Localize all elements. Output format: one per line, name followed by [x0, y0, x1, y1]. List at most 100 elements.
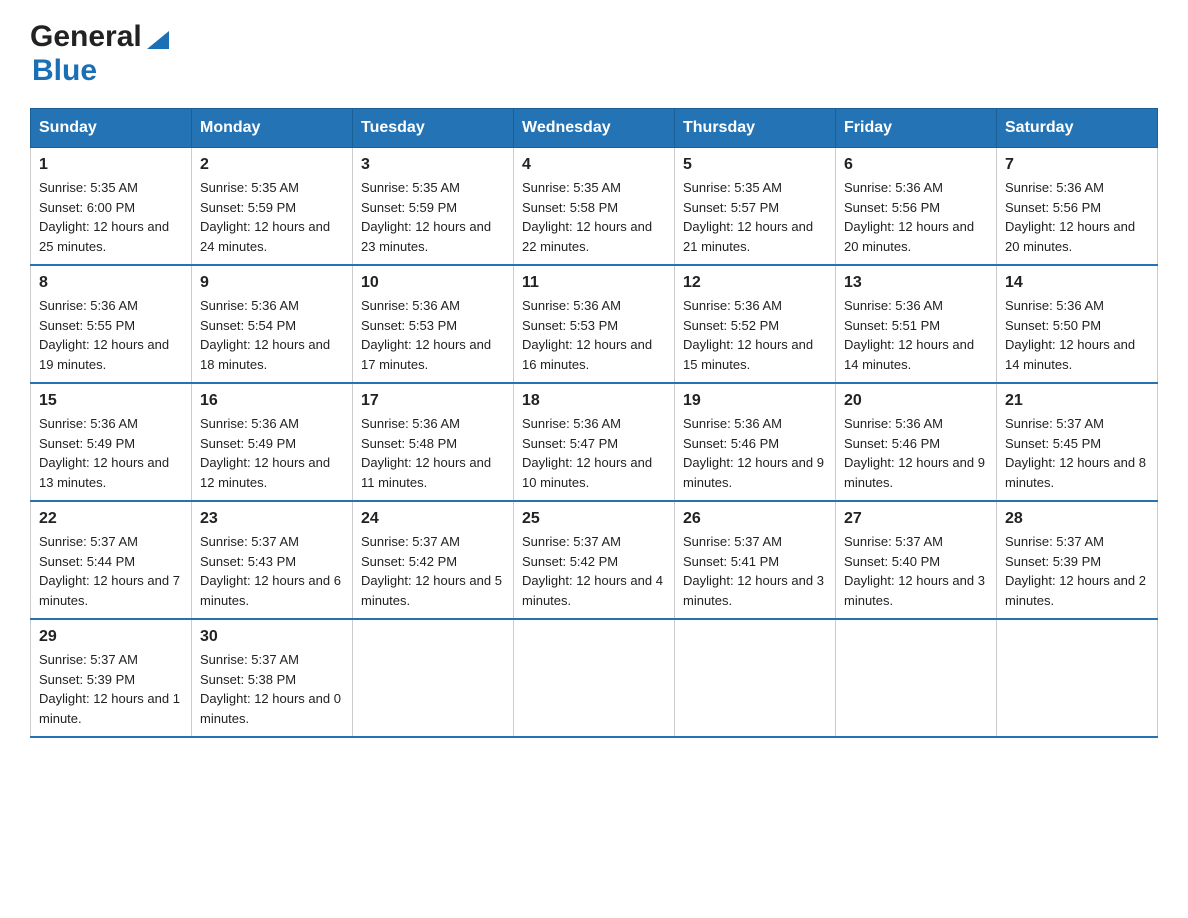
day-number: 21 [1005, 392, 1149, 410]
calendar-week-2: 8 Sunrise: 5:36 AMSunset: 5:55 PMDayligh… [31, 265, 1158, 383]
day-number: 11 [522, 274, 666, 292]
calendar-cell [514, 619, 675, 737]
day-info: Sunrise: 5:37 AMSunset: 5:39 PMDaylight:… [39, 652, 180, 726]
calendar-table: SundayMondayTuesdayWednesdayThursdayFrid… [30, 108, 1158, 738]
calendar-cell: 14 Sunrise: 5:36 AMSunset: 5:50 PMDaylig… [997, 265, 1158, 383]
calendar-body: 1 Sunrise: 5:35 AMSunset: 6:00 PMDayligh… [31, 148, 1158, 738]
day-info: Sunrise: 5:37 AMSunset: 5:43 PMDaylight:… [200, 534, 341, 608]
day-number: 25 [522, 510, 666, 528]
day-number: 18 [522, 392, 666, 410]
day-info: Sunrise: 5:37 AMSunset: 5:42 PMDaylight:… [361, 534, 502, 608]
calendar-cell: 15 Sunrise: 5:36 AMSunset: 5:49 PMDaylig… [31, 383, 192, 501]
weekday-header-friday: Friday [836, 109, 997, 148]
day-info: Sunrise: 5:36 AMSunset: 5:51 PMDaylight:… [844, 298, 974, 372]
calendar-week-5: 29 Sunrise: 5:37 AMSunset: 5:39 PMDaylig… [31, 619, 1158, 737]
calendar-cell: 21 Sunrise: 5:37 AMSunset: 5:45 PMDaylig… [997, 383, 1158, 501]
day-info: Sunrise: 5:36 AMSunset: 5:52 PMDaylight:… [683, 298, 813, 372]
weekday-header-tuesday: Tuesday [353, 109, 514, 148]
day-number: 9 [200, 274, 344, 292]
day-info: Sunrise: 5:37 AMSunset: 5:42 PMDaylight:… [522, 534, 663, 608]
day-info: Sunrise: 5:37 AMSunset: 5:41 PMDaylight:… [683, 534, 824, 608]
calendar-week-4: 22 Sunrise: 5:37 AMSunset: 5:44 PMDaylig… [31, 501, 1158, 619]
calendar-cell: 5 Sunrise: 5:35 AMSunset: 5:57 PMDayligh… [675, 148, 836, 266]
calendar-cell: 16 Sunrise: 5:36 AMSunset: 5:49 PMDaylig… [192, 383, 353, 501]
logo-general-text: General [30, 20, 142, 54]
calendar-cell: 11 Sunrise: 5:36 AMSunset: 5:53 PMDaylig… [514, 265, 675, 383]
calendar-cell: 7 Sunrise: 5:36 AMSunset: 5:56 PMDayligh… [997, 148, 1158, 266]
day-info: Sunrise: 5:36 AMSunset: 5:48 PMDaylight:… [361, 416, 491, 490]
calendar-week-3: 15 Sunrise: 5:36 AMSunset: 5:49 PMDaylig… [31, 383, 1158, 501]
day-info: Sunrise: 5:36 AMSunset: 5:49 PMDaylight:… [200, 416, 330, 490]
calendar-cell [997, 619, 1158, 737]
day-number: 17 [361, 392, 505, 410]
calendar-cell: 12 Sunrise: 5:36 AMSunset: 5:52 PMDaylig… [675, 265, 836, 383]
day-number: 29 [39, 628, 183, 646]
calendar-cell: 26 Sunrise: 5:37 AMSunset: 5:41 PMDaylig… [675, 501, 836, 619]
calendar-cell: 2 Sunrise: 5:35 AMSunset: 5:59 PMDayligh… [192, 148, 353, 266]
page-header: General Blue [30, 20, 1158, 88]
calendar-cell: 27 Sunrise: 5:37 AMSunset: 5:40 PMDaylig… [836, 501, 997, 619]
day-number: 2 [200, 156, 344, 174]
calendar-cell: 25 Sunrise: 5:37 AMSunset: 5:42 PMDaylig… [514, 501, 675, 619]
calendar-cell: 24 Sunrise: 5:37 AMSunset: 5:42 PMDaylig… [353, 501, 514, 619]
weekday-header-sunday: Sunday [31, 109, 192, 148]
calendar-cell [836, 619, 997, 737]
weekday-header-wednesday: Wednesday [514, 109, 675, 148]
calendar-cell: 6 Sunrise: 5:36 AMSunset: 5:56 PMDayligh… [836, 148, 997, 266]
calendar-cell: 28 Sunrise: 5:37 AMSunset: 5:39 PMDaylig… [997, 501, 1158, 619]
day-number: 15 [39, 392, 183, 410]
calendar-cell: 13 Sunrise: 5:36 AMSunset: 5:51 PMDaylig… [836, 265, 997, 383]
weekday-header-thursday: Thursday [675, 109, 836, 148]
calendar-cell: 8 Sunrise: 5:36 AMSunset: 5:55 PMDayligh… [31, 265, 192, 383]
calendar-week-1: 1 Sunrise: 5:35 AMSunset: 6:00 PMDayligh… [31, 148, 1158, 266]
day-info: Sunrise: 5:36 AMSunset: 5:54 PMDaylight:… [200, 298, 330, 372]
day-info: Sunrise: 5:36 AMSunset: 5:47 PMDaylight:… [522, 416, 652, 490]
calendar-cell: 19 Sunrise: 5:36 AMSunset: 5:46 PMDaylig… [675, 383, 836, 501]
day-info: Sunrise: 5:36 AMSunset: 5:53 PMDaylight:… [522, 298, 652, 372]
day-info: Sunrise: 5:36 AMSunset: 5:46 PMDaylight:… [844, 416, 985, 490]
day-info: Sunrise: 5:36 AMSunset: 5:50 PMDaylight:… [1005, 298, 1135, 372]
calendar-cell: 29 Sunrise: 5:37 AMSunset: 5:39 PMDaylig… [31, 619, 192, 737]
day-number: 19 [683, 392, 827, 410]
day-number: 22 [39, 510, 183, 528]
weekday-header-monday: Monday [192, 109, 353, 148]
calendar-cell: 9 Sunrise: 5:36 AMSunset: 5:54 PMDayligh… [192, 265, 353, 383]
weekday-header-row: SundayMondayTuesdayWednesdayThursdayFrid… [31, 109, 1158, 148]
day-info: Sunrise: 5:37 AMSunset: 5:44 PMDaylight:… [39, 534, 180, 608]
day-info: Sunrise: 5:37 AMSunset: 5:38 PMDaylight:… [200, 652, 341, 726]
day-number: 14 [1005, 274, 1149, 292]
day-number: 27 [844, 510, 988, 528]
day-info: Sunrise: 5:36 AMSunset: 5:55 PMDaylight:… [39, 298, 169, 372]
day-number: 12 [683, 274, 827, 292]
day-info: Sunrise: 5:36 AMSunset: 5:49 PMDaylight:… [39, 416, 169, 490]
calendar-cell: 30 Sunrise: 5:37 AMSunset: 5:38 PMDaylig… [192, 619, 353, 737]
calendar-cell: 17 Sunrise: 5:36 AMSunset: 5:48 PMDaylig… [353, 383, 514, 501]
day-number: 20 [844, 392, 988, 410]
calendar-cell: 18 Sunrise: 5:36 AMSunset: 5:47 PMDaylig… [514, 383, 675, 501]
day-info: Sunrise: 5:35 AMSunset: 5:58 PMDaylight:… [522, 180, 652, 254]
calendar-cell: 22 Sunrise: 5:37 AMSunset: 5:44 PMDaylig… [31, 501, 192, 619]
day-info: Sunrise: 5:37 AMSunset: 5:39 PMDaylight:… [1005, 534, 1146, 608]
day-number: 4 [522, 156, 666, 174]
day-info: Sunrise: 5:37 AMSunset: 5:45 PMDaylight:… [1005, 416, 1146, 490]
calendar-cell: 1 Sunrise: 5:35 AMSunset: 6:00 PMDayligh… [31, 148, 192, 266]
logo-blue-text: Blue [32, 54, 97, 88]
day-info: Sunrise: 5:35 AMSunset: 5:59 PMDaylight:… [200, 180, 330, 254]
calendar-cell: 10 Sunrise: 5:36 AMSunset: 5:53 PMDaylig… [353, 265, 514, 383]
calendar-cell: 3 Sunrise: 5:35 AMSunset: 5:59 PMDayligh… [353, 148, 514, 266]
day-number: 7 [1005, 156, 1149, 174]
day-number: 1 [39, 156, 183, 174]
day-number: 8 [39, 274, 183, 292]
day-info: Sunrise: 5:36 AMSunset: 5:56 PMDaylight:… [1005, 180, 1135, 254]
day-number: 13 [844, 274, 988, 292]
day-number: 30 [200, 628, 344, 646]
day-info: Sunrise: 5:36 AMSunset: 5:53 PMDaylight:… [361, 298, 491, 372]
day-number: 16 [200, 392, 344, 410]
calendar-cell: 23 Sunrise: 5:37 AMSunset: 5:43 PMDaylig… [192, 501, 353, 619]
logo: General Blue [30, 20, 169, 88]
day-number: 26 [683, 510, 827, 528]
day-info: Sunrise: 5:36 AMSunset: 5:46 PMDaylight:… [683, 416, 824, 490]
day-info: Sunrise: 5:36 AMSunset: 5:56 PMDaylight:… [844, 180, 974, 254]
day-info: Sunrise: 5:37 AMSunset: 5:40 PMDaylight:… [844, 534, 985, 608]
day-info: Sunrise: 5:35 AMSunset: 5:59 PMDaylight:… [361, 180, 491, 254]
